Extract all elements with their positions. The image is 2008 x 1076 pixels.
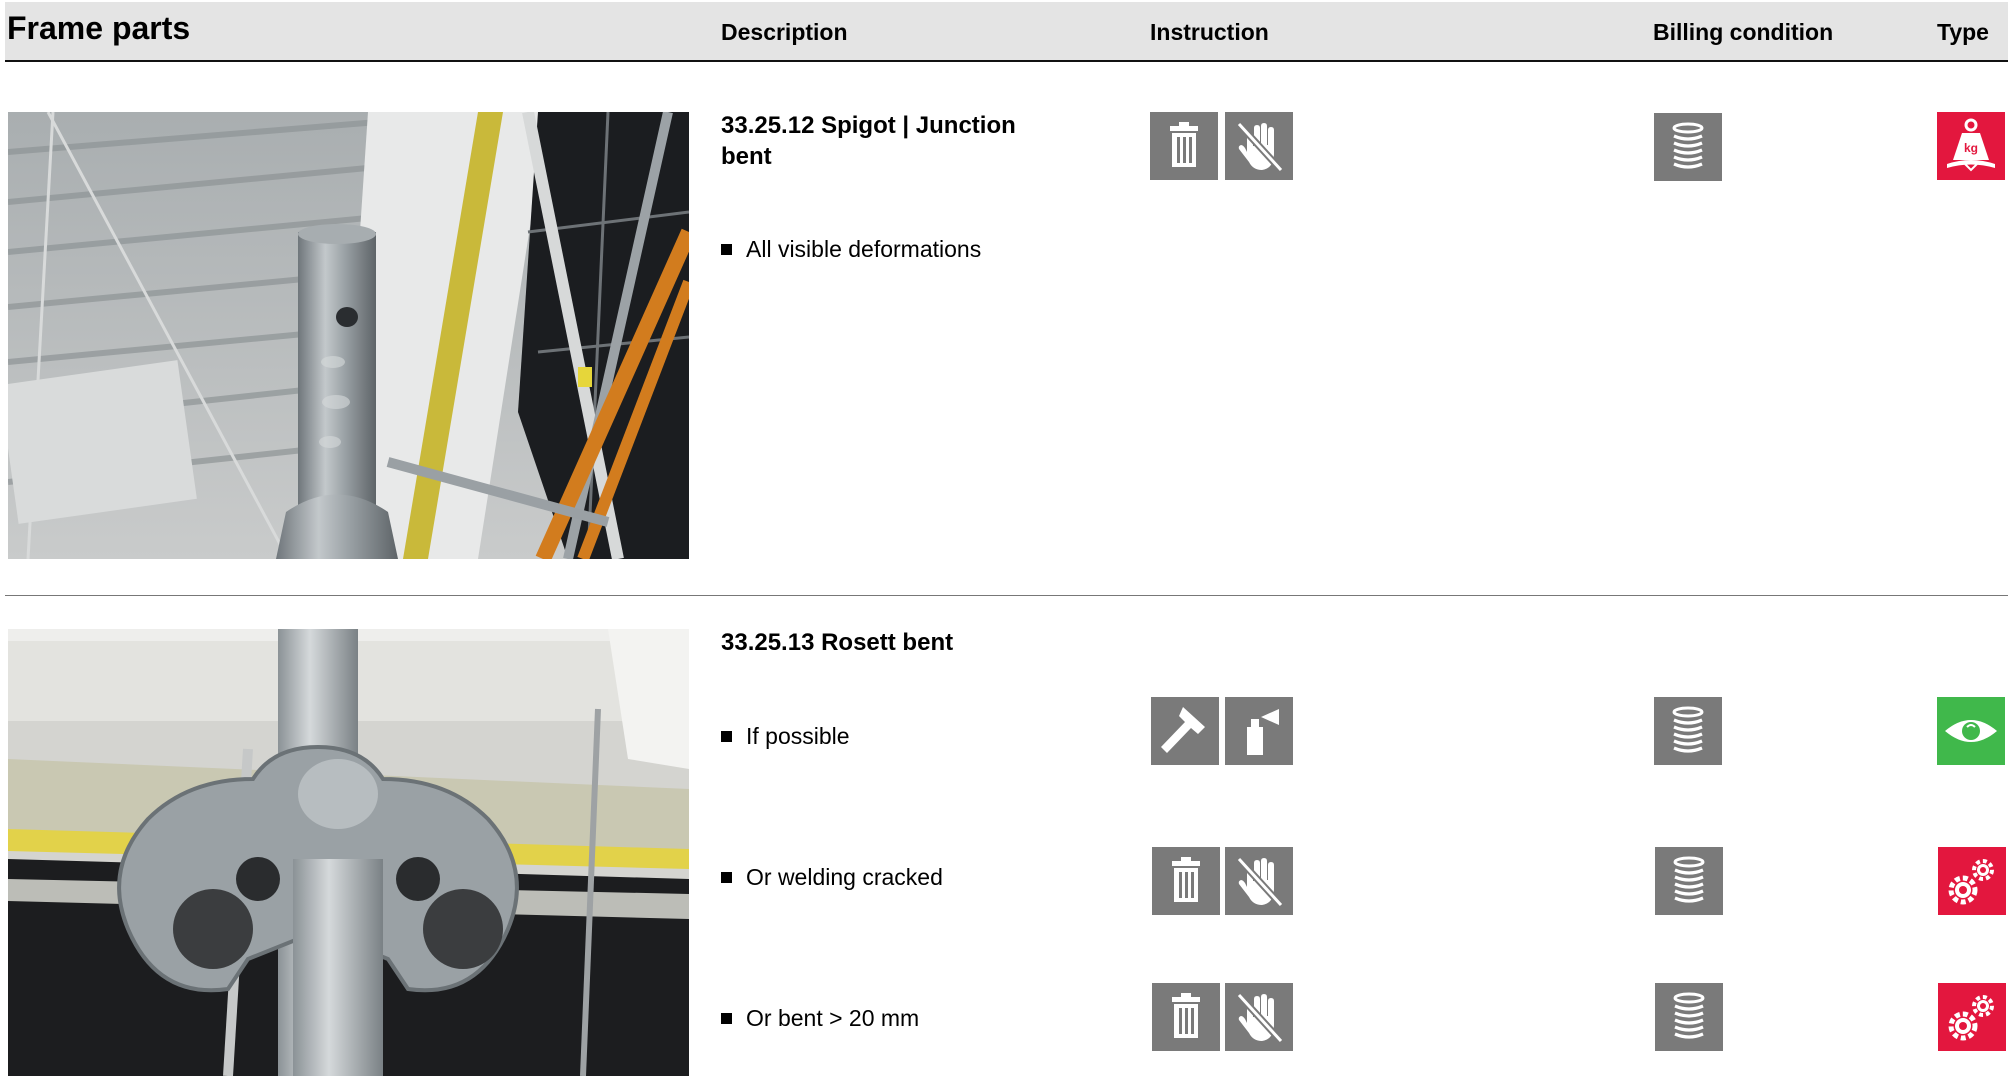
coin-stack-icon [1655,983,1723,1051]
column-header-billing-condition: Billing condition [1653,19,1834,45]
list-item: Or welding cracked [721,864,943,891]
no-touch-hand-icon [1225,983,1293,1051]
spray-can-icon [1225,697,1293,765]
bullet-marker [721,244,732,255]
gears-icon [1938,983,2006,1051]
list-item: Or bent > 20 mm [721,1005,919,1032]
bullet-marker [721,872,732,883]
eye-icon [1937,697,2005,765]
bullet-marker [721,1013,732,1024]
list-item: All visible deformations [721,236,981,263]
weight-kg-icon [1937,112,2005,180]
item-title: 33.25.13 Rosett bent [721,629,954,656]
bullet-marker [721,731,732,742]
coin-stack-icon [1654,113,1722,181]
column-header-type: Type [1937,19,1989,45]
table-header: Frame parts Description Instruction Bill… [5,2,2008,62]
trash-icon [1150,112,1218,180]
trash-icon [1152,983,1220,1051]
trash-icon [1152,847,1220,915]
no-touch-hand-icon [1225,112,1293,180]
rosette-photo [8,629,689,1076]
gears-icon [1938,847,2006,915]
coin-stack-icon [1654,697,1722,765]
column-header-description: Description [721,19,848,45]
coin-stack-icon [1655,847,1723,915]
row-divider [5,595,2008,596]
spigot-photo [8,112,689,559]
item-title: 33.25.12 Spigot | Junction bent [721,112,1016,170]
list-item: If possible [721,723,850,750]
hammer-icon [1151,697,1219,765]
no-touch-hand-icon [1225,847,1293,915]
column-header-instruction: Instruction [1150,19,1269,45]
page-title: Frame parts [7,10,191,46]
